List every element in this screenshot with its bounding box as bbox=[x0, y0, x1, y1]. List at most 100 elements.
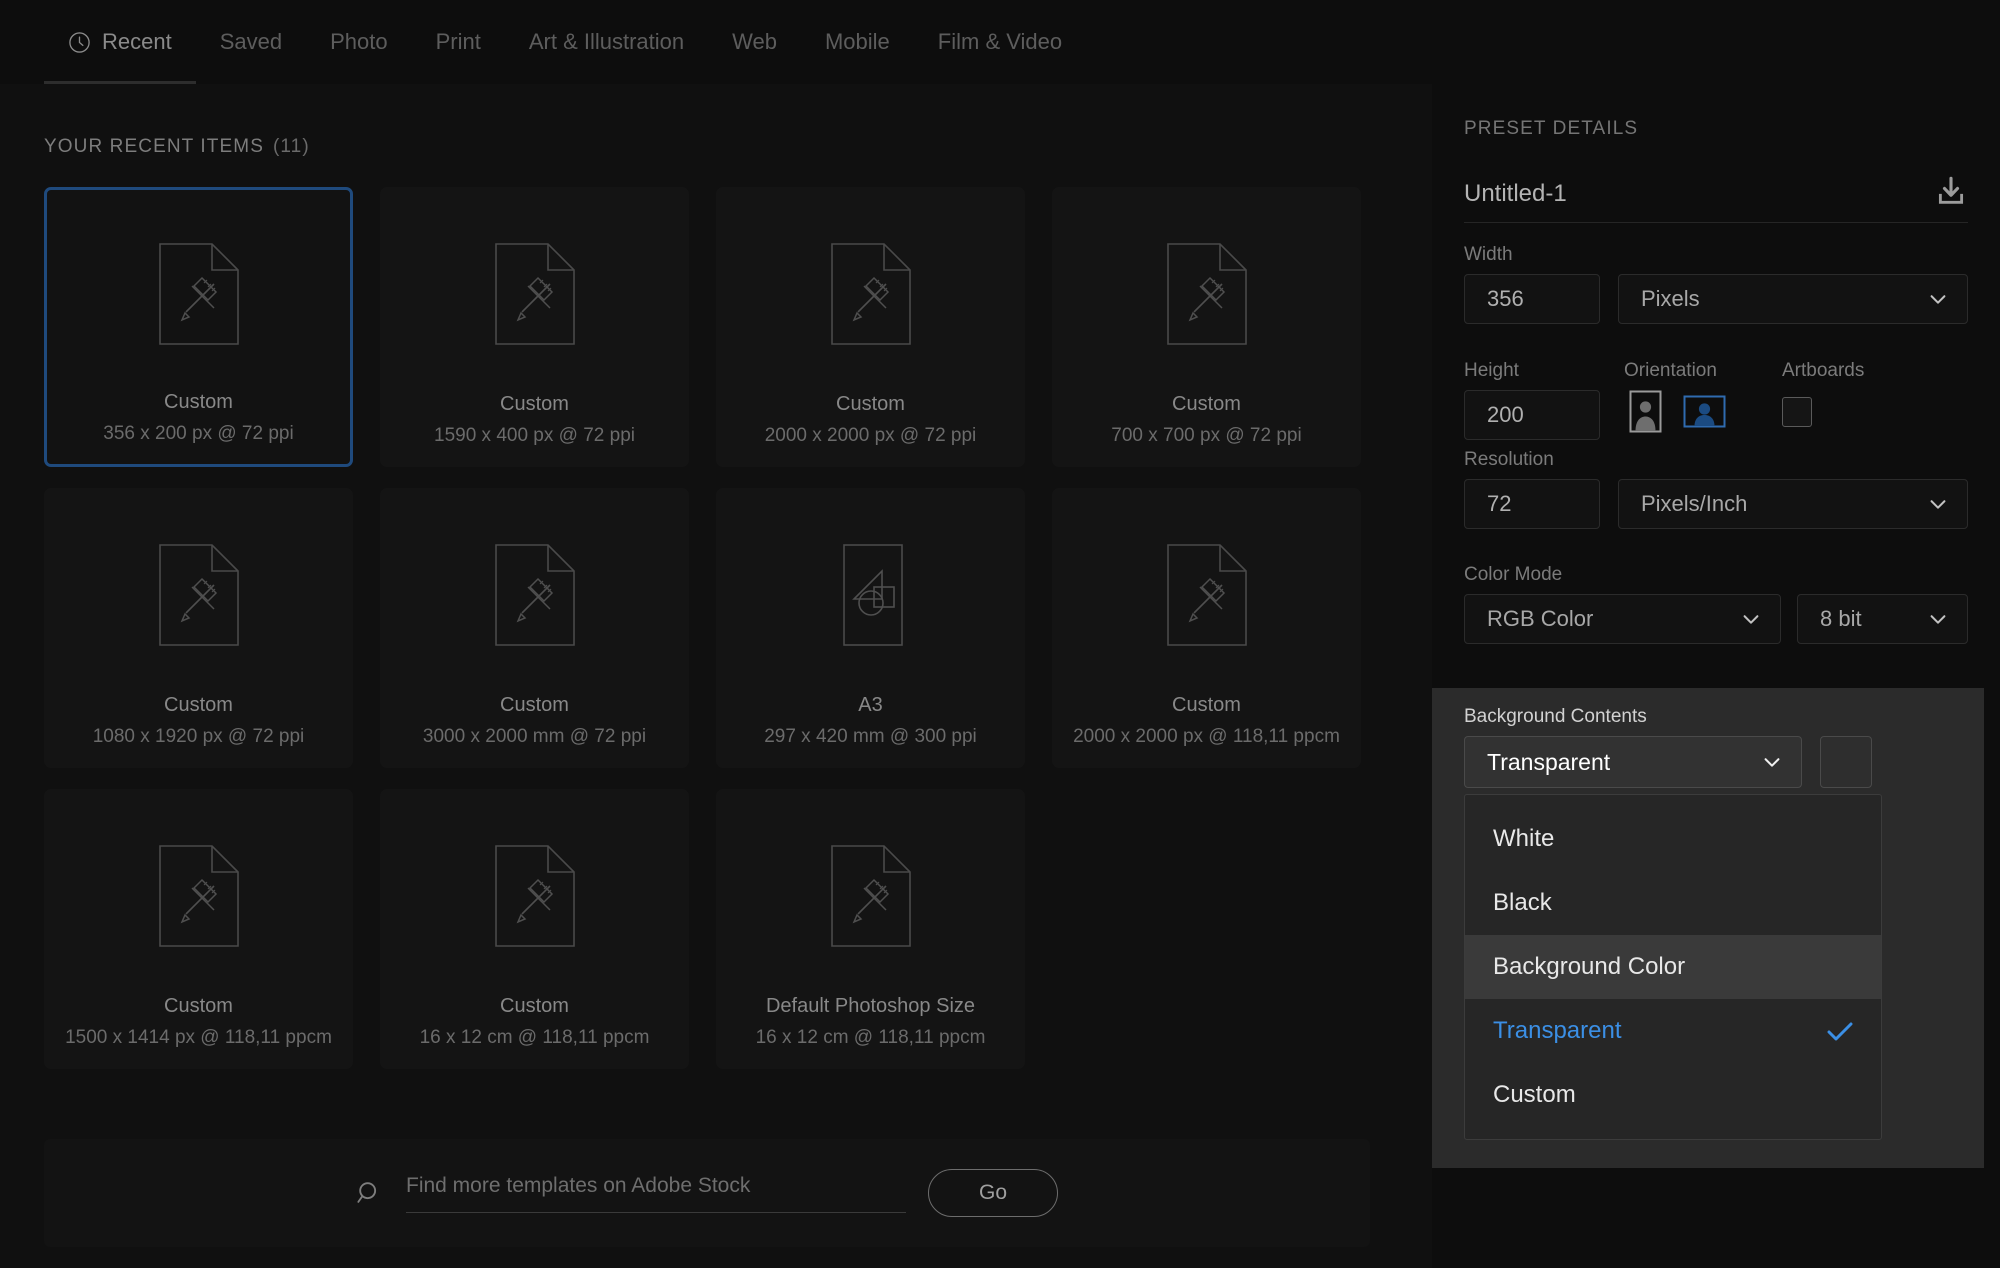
preset-card[interactable]: Custom 1590 x 400 px @ 72 ppi bbox=[380, 187, 689, 467]
tab-label: Web bbox=[732, 29, 777, 54]
tab-mobile[interactable]: Mobile bbox=[801, 0, 914, 84]
chevron-down-icon bbox=[1761, 751, 1783, 773]
tab-print[interactable]: Print bbox=[412, 0, 505, 84]
clock-icon bbox=[68, 31, 91, 54]
preset-dimensions: 1500 x 1414 px @ 118,11 ppcm bbox=[65, 1026, 332, 1048]
width-unit-value: Pixels bbox=[1641, 286, 1700, 311]
preset-card[interactable]: Custom 2000 x 2000 px @ 72 ppi bbox=[716, 187, 1025, 467]
preset-thumbnail bbox=[47, 190, 350, 391]
check-icon bbox=[1827, 1021, 1853, 1041]
preset-title: Default Photoshop Size bbox=[765, 994, 976, 1017]
preset-title: Custom bbox=[500, 994, 569, 1017]
preset-card[interactable]: Custom 2000 x 2000 px @ 118,11 ppcm bbox=[1052, 488, 1361, 768]
preset-card[interactable]: Custom 1080 x 1920 px @ 72 ppi bbox=[44, 488, 353, 768]
preset-title: Custom bbox=[500, 693, 569, 716]
preset-title: Custom bbox=[836, 392, 905, 415]
tab-label: Saved bbox=[219, 29, 283, 54]
height-input[interactable] bbox=[1487, 402, 1599, 428]
artboard-shapes-icon bbox=[830, 543, 912, 647]
preset-dimensions: 1080 x 1920 px @ 72 ppi bbox=[92, 725, 305, 747]
heading-text: YOUR RECENT ITEMS bbox=[44, 136, 264, 157]
save-preset-icon[interactable] bbox=[1934, 174, 1968, 208]
preset-card[interactable]: Custom 700 x 700 px @ 72 ppi bbox=[1052, 187, 1361, 467]
preset-dimensions: 3000 x 2000 mm @ 72 ppi bbox=[422, 725, 647, 747]
background-contents-value: Transparent bbox=[1487, 748, 1611, 775]
preset-dimensions: 16 x 12 cm @ 118,11 ppcm bbox=[419, 1026, 650, 1048]
preset-thumbnail bbox=[1053, 188, 1360, 393]
tab-recent[interactable]: Recent bbox=[44, 0, 196, 84]
resolution-input-box[interactable] bbox=[1464, 479, 1600, 529]
resolution-unit-value: Pixels/Inch bbox=[1641, 491, 1748, 516]
resolution-unit-select[interactable]: Pixels/Inch bbox=[1618, 479, 1968, 529]
preset-title: Custom bbox=[1172, 693, 1241, 716]
stock-go-button[interactable]: Go bbox=[928, 1169, 1058, 1217]
preset-dimensions: 2000 x 2000 px @ 72 ppi bbox=[764, 424, 977, 446]
background-contents-label: Background Contents bbox=[1464, 706, 1647, 727]
preset-title: Custom bbox=[164, 390, 233, 413]
tab-label: Recent bbox=[102, 29, 172, 54]
color-mode-label: Color Mode bbox=[1464, 564, 1563, 585]
preset-card[interactable]: Custom 1500 x 1414 px @ 118,11 ppcm bbox=[44, 789, 353, 1069]
dropdown-option[interactable]: Transparent bbox=[1465, 999, 1881, 1063]
document-ruler-pencil-icon bbox=[494, 844, 576, 948]
artboards-checkbox[interactable] bbox=[1782, 397, 1812, 427]
background-color-swatch[interactable] bbox=[1820, 736, 1872, 788]
tab-saved[interactable]: Saved bbox=[196, 0, 306, 84]
resolution-input[interactable] bbox=[1487, 491, 1599, 517]
stock-search-field-wrap bbox=[406, 1173, 906, 1213]
dropdown-option-label: Black bbox=[1493, 889, 1552, 916]
preset-title: A3 bbox=[858, 693, 883, 716]
dropdown-option[interactable]: White bbox=[1465, 807, 1881, 871]
preset-title: Custom bbox=[164, 693, 233, 716]
tab-web[interactable]: Web bbox=[708, 0, 801, 84]
category-tab-bar: Recent Saved Photo Print Art & Illustrat… bbox=[0, 0, 1432, 84]
dropdown-option[interactable]: Background Color bbox=[1465, 935, 1881, 999]
chevron-down-icon bbox=[1927, 493, 1949, 515]
color-depth-select[interactable]: 8 bit bbox=[1797, 594, 1968, 644]
preset-details-heading: PRESET DETAILS bbox=[1464, 118, 1639, 139]
color-mode-select[interactable]: RGB Color bbox=[1464, 594, 1781, 644]
preset-title: Custom bbox=[164, 994, 233, 1017]
tab-film-video[interactable]: Film & Video bbox=[914, 0, 1086, 84]
preset-card[interactable]: Custom 3000 x 2000 mm @ 72 ppi bbox=[380, 488, 689, 768]
preset-thumbnail bbox=[717, 790, 1024, 995]
tab-art-illustration[interactable]: Art & Illustration bbox=[505, 0, 708, 84]
stock-search-input[interactable] bbox=[406, 1173, 906, 1198]
preset-thumbnail bbox=[1053, 489, 1360, 694]
height-label: Height bbox=[1464, 360, 1519, 381]
recent-items-pane: YOUR RECENT ITEMS (11) Custom 356 x 200 px… bbox=[0, 84, 1432, 1268]
tab-label: Photo bbox=[330, 29, 388, 54]
document-ruler-pencil-icon bbox=[158, 844, 240, 948]
width-input[interactable] bbox=[1487, 286, 1599, 312]
document-name-input[interactable] bbox=[1464, 179, 1934, 208]
background-contents-dropdown-menu: White Black Background Color Transparent Cus… bbox=[1464, 794, 1882, 1140]
preset-card-grid: Custom 356 x 200 px @ 72 ppi Custom 1590 x … bbox=[44, 187, 1370, 1069]
orientation-landscape-button[interactable] bbox=[1683, 390, 1726, 433]
tab-photo[interactable]: Photo bbox=[306, 0, 412, 84]
preset-dimensions: 297 x 420 mm @ 300 ppi bbox=[764, 725, 977, 747]
document-ruler-pencil-icon bbox=[1166, 543, 1248, 647]
background-contents-select[interactable]: Transparent bbox=[1464, 736, 1802, 788]
width-input-box[interactable] bbox=[1464, 274, 1600, 324]
height-input-box[interactable] bbox=[1464, 390, 1600, 440]
dropdown-option[interactable]: Custom bbox=[1465, 1063, 1881, 1127]
orientation-label: Orientation bbox=[1624, 360, 1717, 381]
preset-card[interactable]: A3 297 x 420 mm @ 300 ppi bbox=[716, 488, 1025, 768]
preset-card[interactable]: Default Photoshop Size 16 x 12 cm @ 118,1… bbox=[716, 789, 1025, 1069]
document-name-row bbox=[1464, 165, 1968, 223]
preset-card[interactable]: Custom 356 x 200 px @ 72 ppi bbox=[44, 187, 353, 467]
preset-dimensions: 16 x 12 cm @ 118,11 ppcm bbox=[755, 1026, 986, 1048]
orientation-toggle-group bbox=[1624, 390, 1726, 433]
resolution-label: Resolution bbox=[1464, 449, 1554, 470]
color-mode-value: RGB Color bbox=[1487, 606, 1594, 631]
dropdown-option-label: Background Color bbox=[1493, 953, 1686, 980]
recent-items-count: (11) bbox=[272, 136, 310, 157]
dropdown-option[interactable]: Black bbox=[1465, 871, 1881, 935]
preset-card[interactable]: Custom 16 x 12 cm @ 118,11 ppcm bbox=[380, 789, 689, 1069]
preset-thumbnail bbox=[717, 489, 1024, 694]
width-unit-select[interactable]: Pixels bbox=[1618, 274, 1968, 324]
orientation-portrait-button[interactable] bbox=[1624, 390, 1667, 433]
document-ruler-pencil-icon bbox=[158, 242, 240, 346]
document-ruler-pencil-icon bbox=[1166, 242, 1248, 346]
dropdown-option-label: White bbox=[1493, 825, 1555, 852]
